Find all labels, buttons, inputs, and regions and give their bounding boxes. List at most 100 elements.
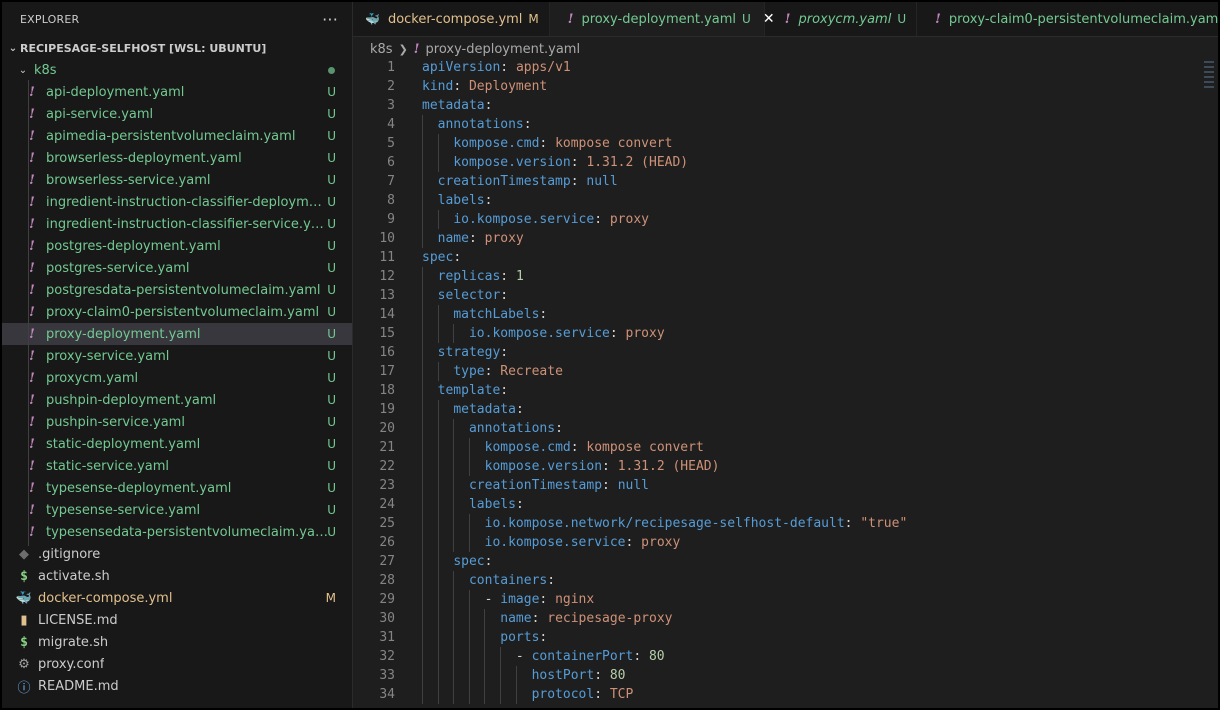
- file-name: static-service.yaml: [46, 458, 170, 474]
- tab-proxy-claim0[interactable]: ! proxy-claim0-persistentvolumeclaim.yam…: [917, 2, 1218, 36]
- file-name: proxy.conf: [38, 656, 105, 672]
- docker-icon: 🐳: [15, 590, 33, 606]
- untracked-badge: U: [742, 12, 751, 26]
- line-number: 23: [379, 478, 395, 493]
- file-row[interactable]: ! proxy-service.yaml U: [2, 345, 352, 367]
- untracked-badge: U: [327, 129, 336, 143]
- file-row[interactable]: ! pushpin-service.yaml U: [2, 411, 352, 433]
- code-text: apiVersion: apps/v1: [422, 60, 571, 75]
- file-row[interactable]: ! static-service.yaml U: [2, 455, 352, 477]
- file-row[interactable]: ! postgres-deployment.yaml U: [2, 235, 352, 257]
- code-text: io.kompose.service: proxy: [453, 212, 649, 227]
- file-row[interactable]: ! proxycm.yaml U: [2, 367, 352, 389]
- file-row[interactable]: ! proxy-deployment.yaml U: [2, 323, 352, 345]
- yaml-icon: !: [29, 260, 35, 276]
- file-row[interactable]: 🐳 docker-compose.yml M: [2, 587, 352, 609]
- line-number: 32: [379, 649, 395, 664]
- folder-k8s[interactable]: ⌄ k8s: [2, 59, 352, 81]
- untracked-badge: U: [327, 217, 336, 231]
- untracked-badge: U: [327, 327, 336, 341]
- line-number: 4: [387, 117, 395, 132]
- code-text: io.kompose.network/recipesage-selfhost-d…: [484, 516, 908, 531]
- modified-badge: M: [325, 591, 336, 605]
- line-number: 13: [379, 288, 395, 303]
- file-row[interactable]: ! browserless-deployment.yaml U: [2, 147, 352, 169]
- file-name: LICENSE.md: [38, 612, 118, 628]
- file-row[interactable]: ! pushpin-deployment.yaml U: [2, 389, 352, 411]
- file-row[interactable]: $ activate.sh: [2, 565, 352, 587]
- untracked-badge: U: [327, 305, 336, 319]
- tab-proxy-deployment[interactable]: ! proxy-deployment.yaml U ✕: [549, 2, 775, 36]
- more-actions-icon[interactable]: ···: [322, 10, 338, 29]
- file-row[interactable]: ! postgresdata-persistentvolumeclaim.yaml…: [2, 279, 352, 301]
- line-number: 2: [387, 79, 395, 94]
- yaml-icon: !: [29, 326, 35, 342]
- code-line: 34 protocol: TCP: [353, 685, 1198, 704]
- breadcrumb-folder[interactable]: k8s: [370, 42, 393, 57]
- yaml-icon: !: [29, 172, 35, 188]
- file-row[interactable]: ! ingredient-instruction-classifier-servi…: [2, 213, 352, 235]
- code-text: name: proxy: [437, 231, 524, 246]
- code-text: kompose.cmd: kompose convert: [453, 136, 673, 151]
- yaml-icon: !: [29, 458, 35, 474]
- tab-label: proxy-deployment.yaml: [581, 11, 737, 27]
- tab-docker-compose[interactable]: 🐳 docker-compose.yml M: [353, 2, 550, 36]
- code-line: 6 kompose.version: 1.31.2 (HEAD): [353, 153, 1198, 172]
- file-row[interactable]: ! api-deployment.yaml U: [2, 81, 352, 103]
- code-line: 33 hostPort: 80: [353, 666, 1198, 685]
- yaml-icon: !: [567, 11, 574, 27]
- breadcrumb: k8s ❯ ! proxy-deployment.yaml: [370, 40, 580, 58]
- line-number: 12: [379, 269, 395, 284]
- code-line: 15 io.kompose.service: proxy: [353, 324, 1198, 343]
- file-row[interactable]: ▮ LICENSE.md: [2, 609, 352, 631]
- file-row[interactable]: ! browserless-service.yaml U: [2, 169, 352, 191]
- file-name: postgres-service.yaml: [46, 260, 190, 276]
- code-text: kind: Deployment: [422, 79, 548, 94]
- code-line: 21 kompose.cmd: kompose convert: [353, 438, 1198, 457]
- code-text: kompose.cmd: kompose convert: [484, 440, 704, 455]
- code-line: 32 - containerPort: 80: [353, 647, 1198, 666]
- line-number: 24: [379, 497, 395, 512]
- yaml-icon: !: [29, 436, 35, 452]
- code-text: metadata:: [422, 98, 493, 113]
- yaml-icon: !: [29, 128, 35, 144]
- untracked-badge: U: [327, 459, 336, 473]
- code-line: 12 replicas: 1: [353, 267, 1198, 286]
- code-text: ports:: [500, 630, 548, 645]
- code-text: name: recipesage-proxy: [500, 611, 673, 626]
- line-number: 18: [379, 383, 395, 398]
- file-name: proxy-service.yaml: [46, 348, 170, 364]
- line-number: 6: [387, 155, 395, 170]
- code-editor[interactable]: 1 apiVersion: apps/v1 2 kind: Deployment 3 me…: [353, 58, 1198, 708]
- breadcrumb-file[interactable]: proxy-deployment.yaml: [426, 42, 581, 57]
- file-name: proxycm.yaml: [46, 370, 139, 386]
- file-name: README.md: [38, 678, 119, 694]
- line-number: 25: [379, 516, 395, 531]
- untracked-badge: U: [327, 349, 336, 363]
- file-row[interactable]: ! ingredient-instruction-classifier-deplo…: [2, 191, 352, 213]
- gear-icon: ⚙: [18, 656, 30, 672]
- file-row[interactable]: $ migrate.sh: [2, 631, 352, 653]
- file-row[interactable]: ! apimedia-persistentvolumeclaim.yaml U: [2, 125, 352, 147]
- workspace-root[interactable]: ⌄ RECIPESAGE-SELFHOST [WSL: UBUNTU]: [2, 37, 352, 59]
- file-row[interactable]: ⚙ proxy.conf: [2, 653, 352, 675]
- file-row[interactable]: ◆ .gitignore: [2, 543, 352, 565]
- file-row[interactable]: ! typesense-deployment.yaml U: [2, 477, 352, 499]
- untracked-badge: U: [327, 503, 336, 517]
- workspace-root-label: RECIPESAGE-SELFHOST [WSL: UBUNTU]: [20, 41, 267, 55]
- explorer-header: EXPLORER ···: [2, 2, 352, 36]
- untracked-badge: U: [327, 371, 336, 385]
- file-row[interactable]: ! api-service.yaml U: [2, 103, 352, 125]
- minimap[interactable]: [1200, 58, 1218, 98]
- file-row[interactable]: ! static-deployment.yaml U: [2, 433, 352, 455]
- file-row[interactable]: ⓘ README.md: [2, 675, 352, 697]
- code-text: labels:: [468, 497, 524, 512]
- code-line: 27 spec:: [353, 552, 1198, 571]
- file-row[interactable]: ! typesense-service.yaml U: [2, 499, 352, 521]
- file-row[interactable]: ! typesensedata-persistentvolumeclaim.yam…: [2, 521, 352, 543]
- file-row[interactable]: ! proxy-claim0-persistentvolumeclaim.yaml…: [2, 301, 352, 323]
- code-line: 17 type: Recreate: [353, 362, 1198, 381]
- tab-proxycm[interactable]: ! proxycm.yaml U: [765, 2, 918, 36]
- code-text: metadata:: [453, 402, 524, 417]
- file-row[interactable]: ! postgres-service.yaml U: [2, 257, 352, 279]
